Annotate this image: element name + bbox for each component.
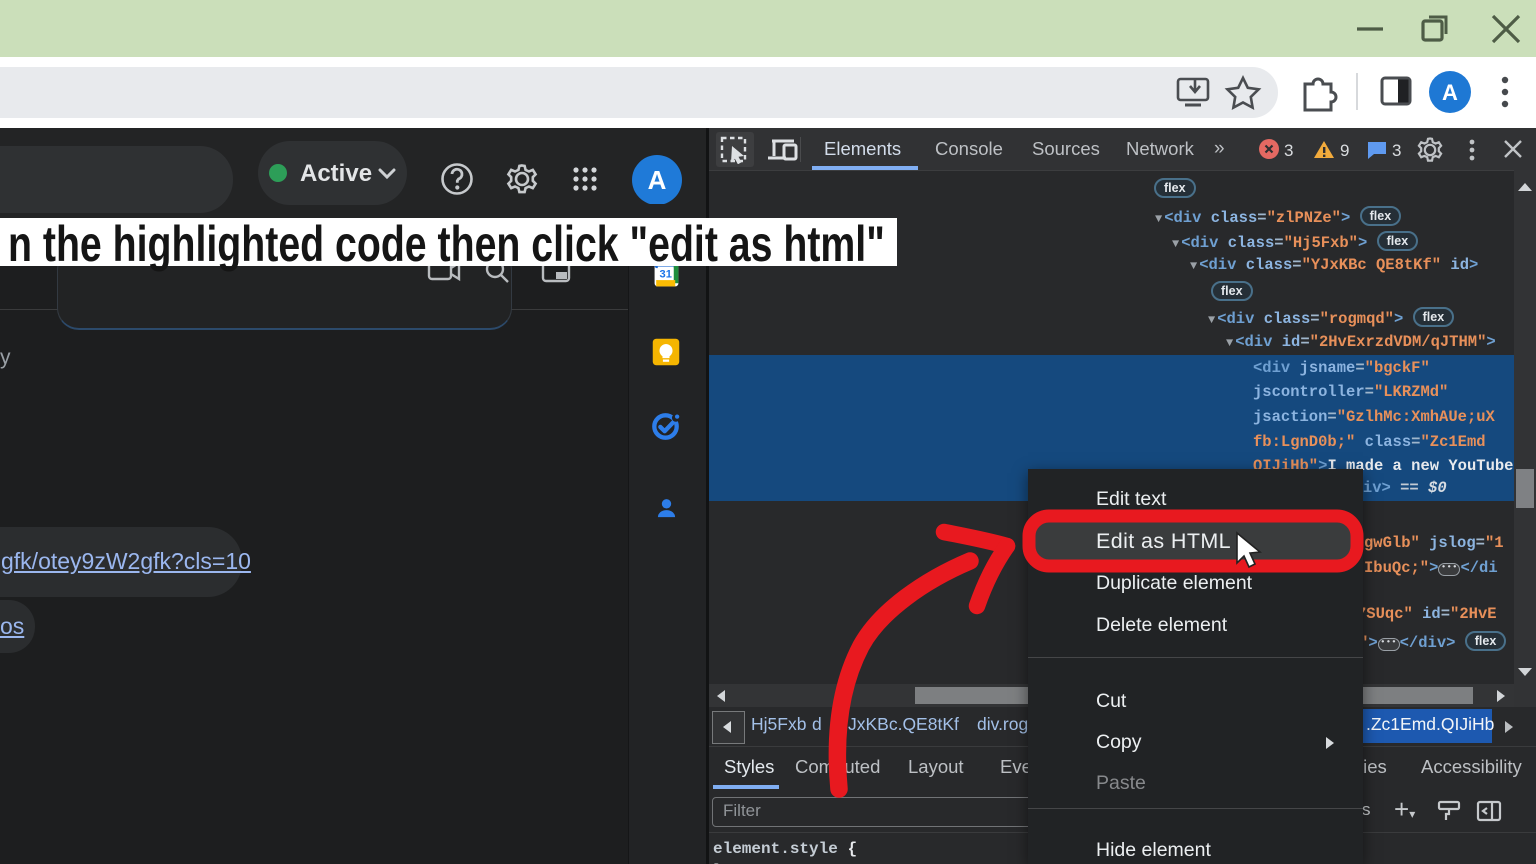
svg-text:A: A — [1442, 80, 1458, 105]
svg-text:3: 3 — [1284, 141, 1293, 160]
svg-text:3: 3 — [1392, 141, 1401, 160]
svg-text:Active: Active — [300, 160, 372, 187]
svg-text:9: 9 — [1340, 141, 1349, 160]
svg-text:A: A — [648, 165, 667, 195]
